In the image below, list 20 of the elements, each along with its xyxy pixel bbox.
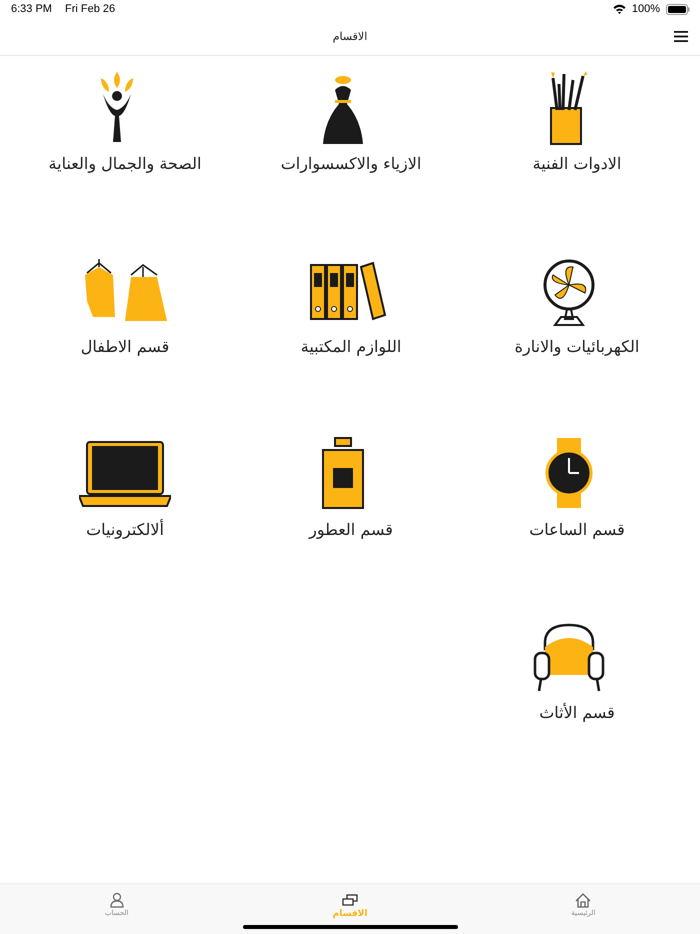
status-date: Fri Feb 26: [64, 3, 116, 15]
home-icon: [574, 892, 592, 908]
windows-icon: [341, 892, 359, 908]
status-time: 6:33 PM: [11, 3, 52, 15]
category-label[interactable]: الكهربائيات والانارة: [514, 337, 640, 356]
category-label[interactable]: ألالكترونيات: [86, 520, 164, 539]
category-label[interactable]: قسم الأثاث: [539, 703, 615, 722]
wifi-icon: [612, 4, 626, 14]
category-label[interactable]: قسم الساعات: [529, 520, 625, 539]
category-label[interactable]: اللوازم المكتبية: [300, 337, 402, 356]
person-icon: [108, 892, 126, 908]
category-label[interactable]: الصحة والجمال والعناية: [48, 154, 202, 173]
category-label[interactable]: الازياء والاكسسوارات: [280, 154, 422, 173]
battery-percent: 100%: [632, 3, 660, 15]
screen-title: الاقسام: [332, 30, 368, 43]
category-label[interactable]: الادوات الفنية: [532, 154, 622, 173]
category-label[interactable]: قسم الاطفال: [80, 337, 170, 356]
battery-icon: [666, 4, 690, 14]
category-label[interactable]: قسم العطور: [309, 520, 393, 539]
menu-icon[interactable]: [674, 31, 688, 42]
